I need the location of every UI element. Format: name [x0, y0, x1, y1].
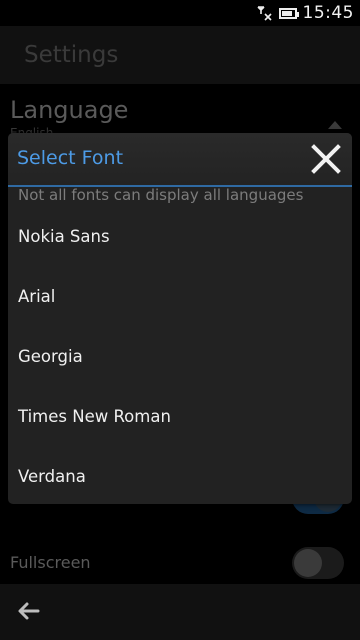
font-option-nokia-sans[interactable]: Nokia Sans — [8, 206, 352, 266]
font-list: Nokia Sans Arial Georgia Times New Roman… — [8, 206, 352, 504]
no-signal-icon — [256, 6, 272, 21]
status-time: 15:45 — [302, 3, 354, 23]
dialog-note: Not all fonts can display all languages — [18, 186, 304, 204]
title-bar: Settings — [0, 26, 360, 84]
scroll-up-icon — [328, 121, 342, 129]
back-arrow-icon[interactable] — [16, 598, 42, 624]
dialog-title: Select Font — [17, 147, 124, 169]
bottom-toolbar — [0, 584, 360, 640]
language-setting-label: Language — [10, 96, 129, 124]
font-option-georgia[interactable]: Georgia — [8, 326, 352, 386]
fullscreen-setting-label: Fullscreen — [10, 553, 91, 572]
font-option-verdana[interactable]: Verdana — [8, 446, 352, 504]
close-icon[interactable] — [306, 139, 346, 179]
page-title: Settings — [24, 42, 119, 68]
battery-icon — [278, 7, 299, 19]
dialog-header: Select Font — [8, 133, 352, 187]
status-bar: 15:45 — [0, 0, 360, 26]
fullscreen-toggle[interactable] — [292, 547, 344, 579]
font-option-times-new-roman[interactable]: Times New Roman — [8, 386, 352, 446]
select-font-dialog: Select Font Not all fonts can display al… — [8, 133, 352, 504]
font-option-arial[interactable]: Arial — [8, 266, 352, 326]
